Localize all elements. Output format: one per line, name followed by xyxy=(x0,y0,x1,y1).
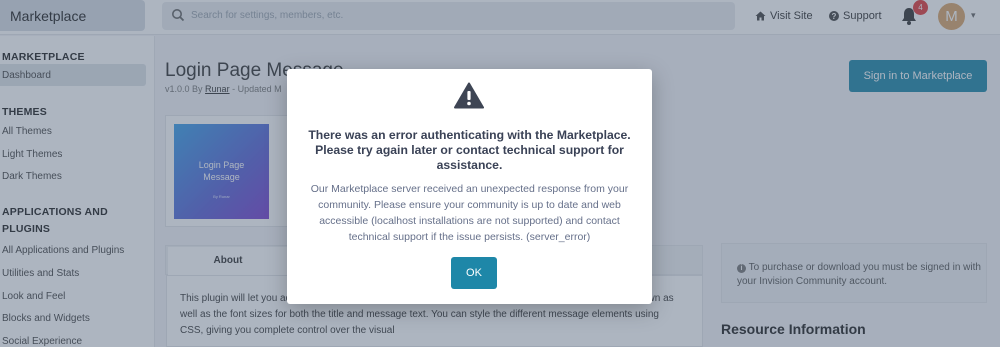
dialog-title: There was an error authenticating with t… xyxy=(308,128,631,172)
warning-icon xyxy=(454,82,484,109)
dialog-message: Our Marketplace server received an unexp… xyxy=(310,183,629,243)
error-dialog: There was an error authenticating with t… xyxy=(287,69,652,304)
ok-button[interactable]: OK xyxy=(451,257,497,289)
